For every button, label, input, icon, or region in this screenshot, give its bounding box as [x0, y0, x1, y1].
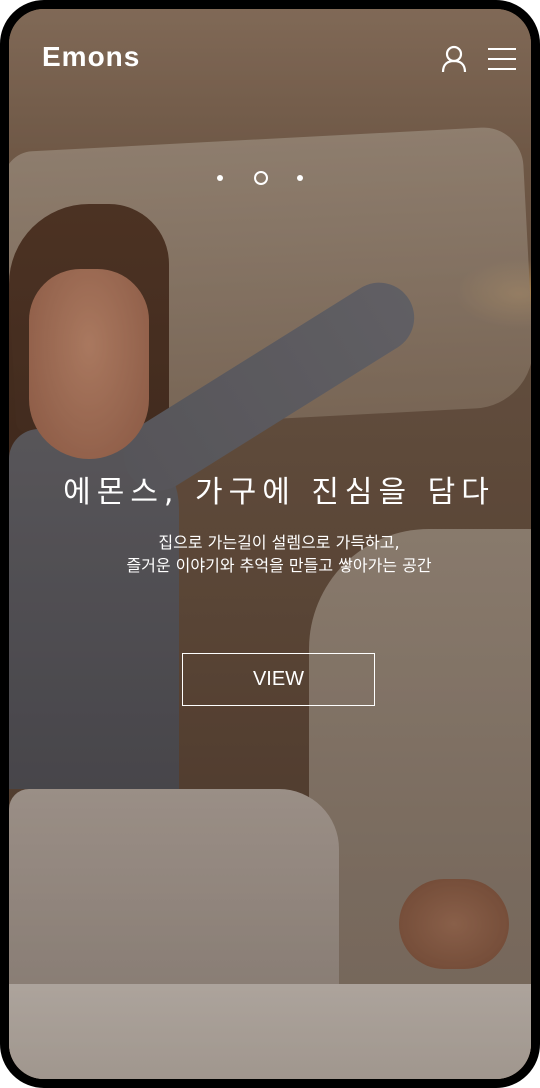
view-button[interactable]: VIEW — [182, 653, 375, 706]
hero-subtext-line-2: 즐거운 이야기와 추억을 만들고 쌓아가는 공간 — [126, 556, 432, 575]
site-header: Emons — [9, 9, 531, 109]
hamburger-menu-icon[interactable] — [488, 47, 516, 71]
carousel-dot-1[interactable] — [217, 175, 223, 181]
hero-subtext: 집으로 가는길이 설렘으로 가득하고, 즐거운 이야기와 추억을 만들고 쌓아가… — [9, 531, 531, 577]
carousel-dot-3[interactable] — [297, 175, 303, 181]
hero-subtext-line-1: 집으로 가는길이 설렘으로 가득하고, — [158, 533, 400, 552]
carousel-indicators — [9, 169, 531, 189]
hero-headline: 에몬스, 가구에 진심을 담다 — [63, 475, 495, 510]
carousel-dot-2-active[interactable] — [254, 171, 268, 185]
brand-logo[interactable]: Emons — [42, 41, 140, 73]
phone-frame: Emons 에몬스, 가구에 진심을 담다 집으로 가는길이 설렘으로 가득하고… — [0, 0, 540, 1088]
user-icon[interactable] — [441, 45, 467, 73]
